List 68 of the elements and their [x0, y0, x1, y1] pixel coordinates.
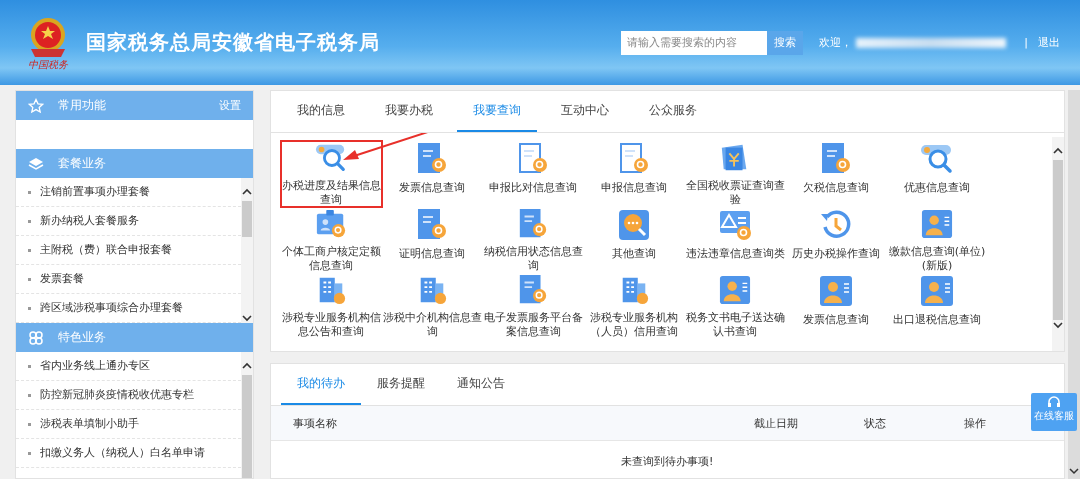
query-item[interactable]: 涉税专业服务机构（人员）信用查询 — [583, 273, 685, 339]
query-item[interactable]: 其他查询 — [583, 207, 685, 273]
query-item[interactable]: 发票信息查询 — [381, 141, 483, 207]
scrollbar[interactable] — [1052, 137, 1064, 351]
query-item[interactable]: 个体工商户核定定额信息查询 — [280, 207, 382, 273]
query-item[interactable]: 历史办税操作查询 — [785, 207, 887, 273]
four-circles-icon — [28, 329, 44, 346]
chevron-up-icon[interactable] — [240, 361, 253, 371]
nav-tab[interactable]: 我要办税 — [368, 91, 449, 132]
query-item[interactable]: 涉税中介机构信息查询 — [381, 273, 483, 339]
warning-icon — [717, 208, 754, 242]
query-item[interactable]: 缴款信息查询(单位)(新版) — [886, 207, 988, 273]
search-field[interactable]: 请输入需要搜索的内容 — [621, 30, 768, 55]
sidebar-item[interactable]: 主附税（费）联合申报套餐 — [16, 236, 241, 265]
sidebar-item[interactable]: 扣缴义务人（纳税人）白名单申请 — [16, 439, 241, 468]
scrollbar[interactable] — [240, 178, 253, 323]
query-item[interactable]: 出口退税信息查询 — [886, 273, 988, 339]
query-item[interactable]: 申报信息查询 — [583, 141, 685, 207]
query-item[interactable]: 发票信息查询 — [785, 273, 887, 339]
nav-tab[interactable]: 互动中心 — [544, 91, 625, 132]
chevron-down-icon[interactable] — [240, 313, 253, 323]
scrollbar-thumb[interactable] — [241, 201, 252, 237]
sidebar-item[interactable]: 涉税表单填制小助手 — [16, 410, 241, 439]
sidebar-item[interactable]: 防控新冠肺炎疫情税收优惠专栏 — [16, 381, 241, 410]
query-item[interactable]: 办税进度及结果信息查询 — [280, 141, 382, 207]
scrollbar-thumb[interactable] — [241, 375, 252, 478]
chevron-up-icon[interactable] — [1052, 146, 1064, 156]
chevron-down-icon[interactable] — [1069, 466, 1079, 476]
todo-tab[interactable]: 通知公告 — [440, 364, 521, 405]
star-icon — [28, 97, 44, 114]
sidebar-item[interactable]: 省内业务线上通办专区 — [16, 352, 241, 381]
scrollbar-thumb[interactable] — [1053, 160, 1063, 320]
welcome-text: 欢迎， — [819, 35, 853, 50]
scrollbar[interactable] — [240, 352, 253, 478]
sidebar-item[interactable]: 注销前置事项办理套餐 — [16, 178, 241, 207]
nav-tab[interactable]: 公众服务 — [632, 91, 713, 132]
nav-tab[interactable]: 我的信息 — [280, 91, 361, 132]
query-item[interactable]: 纳税信用状态信息查询 — [482, 207, 584, 273]
section-title: 常用功能 — [58, 97, 107, 114]
query-item[interactable]: 电子发票服务平台备案信息查询 — [482, 273, 584, 339]
section-title: 特色业务 — [58, 329, 107, 346]
logo-caption: 中国税务 — [28, 58, 68, 71]
separator-text: | — [1024, 36, 1028, 49]
headset-icon — [1046, 395, 1062, 409]
column-header: 事项名称 — [292, 415, 338, 431]
sidebar-item[interactable]: 新办纳税人套餐服务 — [16, 207, 241, 236]
query-item[interactable]: 税务文书电子送达确认书查询 — [684, 273, 786, 339]
query-item[interactable]: 涉税专业服务机构信息公告和查询 — [280, 273, 382, 339]
query-item[interactable]: 证明信息查询 — [381, 207, 483, 273]
query-item[interactable]: 全国税收票证查询查验 — [684, 141, 786, 207]
query-item[interactable]: 欠税信息查询 — [785, 141, 887, 207]
column-header: 状态 — [864, 415, 887, 431]
query-item[interactable]: 违法违章信息查询类 — [684, 207, 786, 273]
nav-tab[interactable]: 我要查询 — [456, 91, 537, 132]
chevron-down-icon[interactable] — [1052, 320, 1064, 330]
query-item[interactable]: 优惠信息查询 — [886, 141, 988, 207]
query-item[interactable]: 申报比对信息查询 — [482, 141, 584, 207]
sidebar-item[interactable]: 发票套餐 — [16, 265, 241, 294]
chevron-up-icon[interactable] — [240, 187, 253, 197]
column-header: 操作 — [964, 415, 987, 431]
empty-message: 未查询到待办事项! — [620, 454, 715, 469]
section-title: 套餐业务 — [58, 155, 107, 172]
column-header: 截止日期 — [754, 415, 799, 431]
person-card-icon — [818, 274, 855, 308]
person-card-icon — [919, 274, 956, 308]
layers-icon — [28, 155, 44, 172]
site-title: 国家税务总局安徽省电子税务局 — [86, 29, 380, 56]
todo-tab[interactable]: 服务提醒 — [360, 364, 441, 405]
